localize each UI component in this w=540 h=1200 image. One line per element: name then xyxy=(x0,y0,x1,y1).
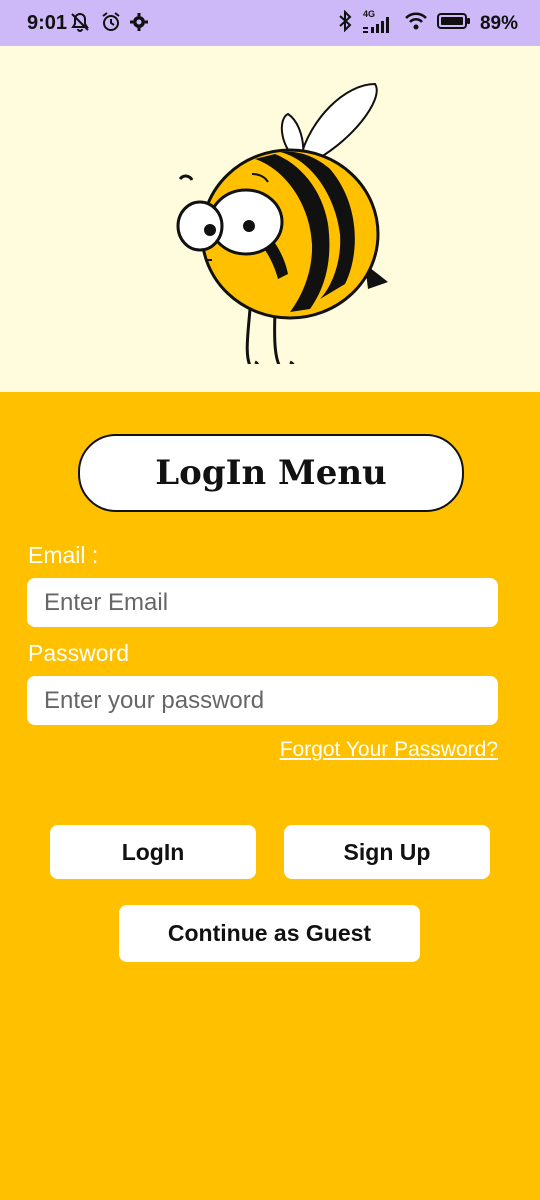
battery-percent: 89% xyxy=(479,12,518,34)
continue-as-guest-button[interactable]: Continue as Guest xyxy=(119,905,420,962)
password-field[interactable] xyxy=(27,676,498,725)
status-bar: 9:01 4G 89% xyxy=(0,0,540,46)
hero-banner xyxy=(0,46,540,392)
status-time: 9:01 xyxy=(27,12,68,34)
muted-notification-icon xyxy=(68,11,92,38)
signal-icon: 4G xyxy=(361,9,395,35)
email-field[interactable] xyxy=(27,578,498,627)
password-label: Password xyxy=(28,640,129,666)
bee-illustration xyxy=(176,82,388,364)
email-label: Email : xyxy=(28,542,99,568)
battery-icon xyxy=(436,11,471,36)
login-button[interactable]: LogIn xyxy=(50,825,256,879)
login-panel: LogIn Menu Email : Password Forgot Your … xyxy=(0,392,540,1200)
login-title: LogIn Menu xyxy=(78,434,464,512)
settings-icon xyxy=(130,13,148,36)
forgot-password-link[interactable]: Forgot Your Password? xyxy=(280,738,498,762)
alarm-icon xyxy=(100,11,122,38)
signup-button[interactable]: Sign Up xyxy=(284,825,490,879)
bluetooth-icon xyxy=(338,9,352,37)
wifi-icon xyxy=(404,11,428,36)
